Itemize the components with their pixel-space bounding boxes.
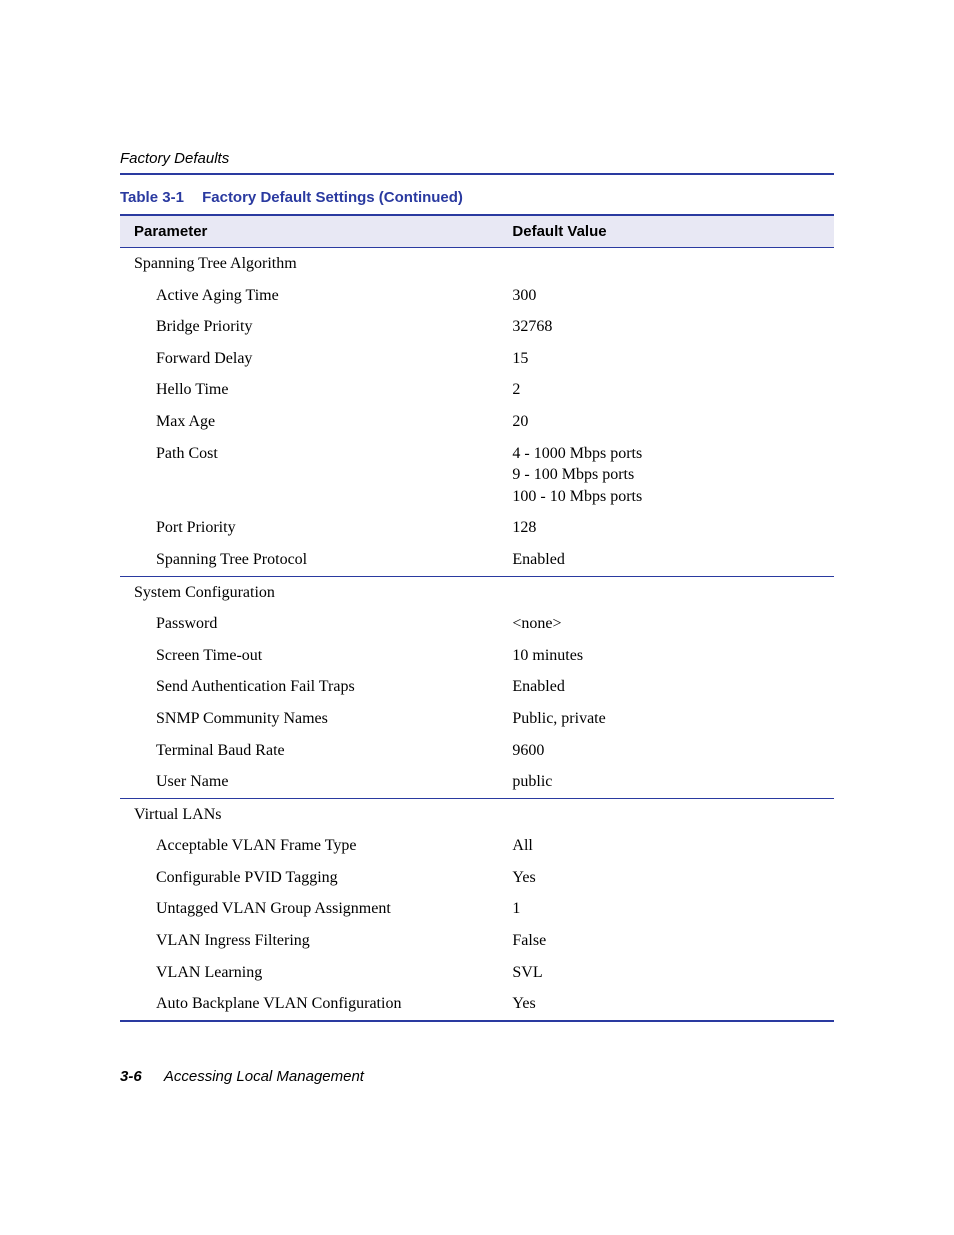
page-footer: 3-6 Accessing Local Management: [120, 1068, 364, 1085]
table-caption-text: Factory Default Settings (Continued): [202, 189, 463, 206]
table-number: Table 3-1: [120, 189, 184, 206]
param-cell: Configurable PVID Tagging: [120, 862, 498, 894]
table-row: Terminal Baud Rate9600: [120, 735, 834, 767]
section-name: System Configuration: [120, 576, 834, 608]
param-cell: Spanning Tree Protocol: [120, 544, 498, 576]
value-cell: Enabled: [498, 544, 834, 576]
value-cell: 128: [498, 512, 834, 544]
factory-defaults-table: Parameter Default Value Spanning Tree Al…: [120, 214, 834, 1032]
section-name: Virtual LANs: [120, 798, 834, 830]
value-cell: 20: [498, 406, 834, 438]
value-cell: Public, private: [498, 703, 834, 735]
param-cell: Bridge Priority: [120, 311, 498, 343]
chapter-title: Accessing Local Management: [164, 1068, 364, 1085]
table-header-row: Parameter Default Value: [120, 215, 834, 248]
table-row: Untagged VLAN Group Assignment1: [120, 893, 834, 925]
value-cell: SVL: [498, 957, 834, 989]
value-cell: False: [498, 925, 834, 957]
value-cell: 4 - 1000 Mbps ports 9 - 100 Mbps ports 1…: [498, 438, 834, 513]
header-rule: [120, 173, 834, 175]
running-header: Factory Defaults: [120, 150, 834, 167]
table-row: Spanning Tree ProtocolEnabled: [120, 544, 834, 576]
table-row: Forward Delay15: [120, 343, 834, 375]
col-default-value: Default Value: [498, 215, 834, 248]
table-row: Bridge Priority32768: [120, 311, 834, 343]
table-row: Auto Backplane VLAN ConfigurationYes: [120, 988, 834, 1021]
param-cell: SNMP Community Names: [120, 703, 498, 735]
param-cell: Forward Delay: [120, 343, 498, 375]
table-row: VLAN Ingress FilteringFalse: [120, 925, 834, 957]
value-cell: 2: [498, 374, 834, 406]
table-row: Path Cost4 - 1000 Mbps ports 9 - 100 Mbp…: [120, 438, 834, 513]
table-row: Port Priority128: [120, 512, 834, 544]
param-cell: Untagged VLAN Group Assignment: [120, 893, 498, 925]
value-cell: 32768: [498, 311, 834, 343]
param-cell: Max Age: [120, 406, 498, 438]
param-cell: Send Authentication Fail Traps: [120, 671, 498, 703]
param-cell: Port Priority: [120, 512, 498, 544]
page-number: 3-6: [120, 1068, 142, 1085]
table-row: Max Age20: [120, 406, 834, 438]
table-bottom-rule: [120, 1021, 834, 1032]
value-cell: public: [498, 766, 834, 798]
param-cell: Terminal Baud Rate: [120, 735, 498, 767]
value-cell: 300: [498, 280, 834, 312]
section-row: Virtual LANs: [120, 798, 834, 830]
param-cell: Hello Time: [120, 374, 498, 406]
param-cell: Path Cost: [120, 438, 498, 513]
table-row: VLAN LearningSVL: [120, 957, 834, 989]
param-cell: VLAN Learning: [120, 957, 498, 989]
param-cell: VLAN Ingress Filtering: [120, 925, 498, 957]
value-cell: 10 minutes: [498, 640, 834, 672]
value-cell: 1: [498, 893, 834, 925]
table-caption: Table 3-1 Factory Default Settings (Cont…: [120, 189, 834, 206]
value-cell: All: [498, 830, 834, 862]
value-cell: Yes: [498, 988, 834, 1021]
section-name: Spanning Tree Algorithm: [120, 248, 834, 280]
param-cell: Acceptable VLAN Frame Type: [120, 830, 498, 862]
table-row: Send Authentication Fail TrapsEnabled: [120, 671, 834, 703]
table-row: Active Aging Time300: [120, 280, 834, 312]
param-cell: User Name: [120, 766, 498, 798]
value-cell: Yes: [498, 862, 834, 894]
value-cell: 9600: [498, 735, 834, 767]
param-cell: Active Aging Time: [120, 280, 498, 312]
param-cell: Password: [120, 608, 498, 640]
table-row: User Namepublic: [120, 766, 834, 798]
section-row: System Configuration: [120, 576, 834, 608]
table-row: Password<none>: [120, 608, 834, 640]
table-row: Hello Time2: [120, 374, 834, 406]
param-cell: Screen Time-out: [120, 640, 498, 672]
param-cell: Auto Backplane VLAN Configuration: [120, 988, 498, 1021]
page: Factory Defaults Table 3-1 Factory Defau…: [0, 0, 954, 1235]
table-row: Acceptable VLAN Frame TypeAll: [120, 830, 834, 862]
value-cell: <none>: [498, 608, 834, 640]
col-parameter: Parameter: [120, 215, 498, 248]
value-cell: Enabled: [498, 671, 834, 703]
table-row: SNMP Community NamesPublic, private: [120, 703, 834, 735]
section-row: Spanning Tree Algorithm: [120, 248, 834, 280]
table-row: Configurable PVID TaggingYes: [120, 862, 834, 894]
value-cell: 15: [498, 343, 834, 375]
table-row: Screen Time-out10 minutes: [120, 640, 834, 672]
